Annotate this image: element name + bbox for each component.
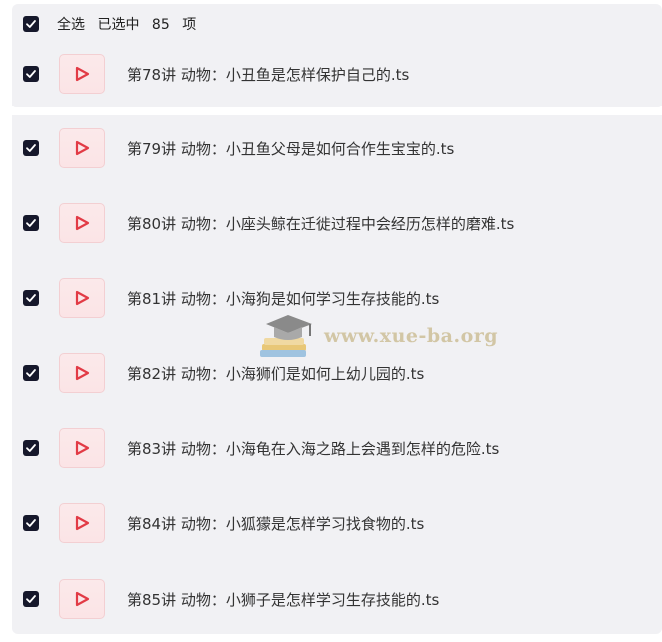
file-name: 第80讲 动物：小座头鲸在迁徙过程中会经历怎样的磨难.ts xyxy=(127,214,515,233)
file-name: 第79讲 动物：小丑鱼父母是如何合作生宝宝的.ts xyxy=(127,139,455,158)
select-all-label[interactable]: 全选 xyxy=(57,17,85,33)
checkmark-icon xyxy=(26,444,36,452)
row-checkbox[interactable] xyxy=(23,290,39,306)
graduation-cap-books-icon xyxy=(260,315,312,357)
file-row[interactable]: 第85讲 动物：小狮子是怎样学习生存技能的.ts xyxy=(12,566,662,632)
play-icon xyxy=(75,66,90,82)
video-file-thumbnail xyxy=(59,428,105,468)
selection-summary: 全选 已选中 85 项 xyxy=(57,14,204,34)
checkmark-icon xyxy=(26,70,36,78)
checkmark-icon xyxy=(26,219,36,227)
selected-count: 85 xyxy=(151,17,170,33)
row-checkbox[interactable] xyxy=(23,515,39,531)
file-name: 第84讲 动物：小狐獴是怎样学习找食物的.ts xyxy=(127,514,425,533)
checkmark-icon xyxy=(26,20,36,28)
select-all-checkbox[interactable] xyxy=(23,16,39,32)
select-all-bar: 全选 已选中 85 项 xyxy=(12,4,662,44)
row-checkbox[interactable] xyxy=(23,66,39,82)
play-icon xyxy=(75,515,90,531)
row-checkbox[interactable] xyxy=(23,365,39,381)
checkmark-icon xyxy=(26,595,36,603)
play-icon xyxy=(75,290,90,306)
watermark-text: www.xue-ba.org xyxy=(324,325,499,347)
play-icon xyxy=(75,215,90,231)
file-name: 第78讲 动物：小丑鱼是怎样保护自己的.ts xyxy=(127,65,410,84)
video-file-thumbnail xyxy=(59,203,105,243)
file-row[interactable]: 第84讲 动物：小狐獴是怎样学习找食物的.ts xyxy=(12,490,662,556)
row-checkbox[interactable] xyxy=(23,591,39,607)
row-checkbox[interactable] xyxy=(23,140,39,156)
video-file-thumbnail xyxy=(59,278,105,318)
file-name: 第81讲 动物：小海狗是如何学习生存技能的.ts xyxy=(127,289,440,308)
row-checkbox[interactable] xyxy=(23,440,39,456)
play-icon xyxy=(75,440,90,456)
row-divider xyxy=(0,106,662,115)
file-row[interactable]: 第79讲 动物：小丑鱼父母是如何合作生宝宝的.ts xyxy=(12,115,662,181)
video-file-thumbnail xyxy=(59,353,105,393)
file-name: 第83讲 动物：小海龟在入海之路上会遇到怎样的危险.ts xyxy=(127,439,500,458)
watermark: www.xue-ba.org xyxy=(258,310,498,362)
file-row[interactable]: 第78讲 动物：小丑鱼是怎样保护自己的.ts xyxy=(12,41,662,107)
checkmark-icon xyxy=(26,369,36,377)
file-row[interactable]: 第83讲 动物：小海龟在入海之路上会遇到怎样的危险.ts xyxy=(12,415,662,481)
file-name: 第82讲 动物：小海狮们是如何上幼儿园的.ts xyxy=(127,364,425,383)
selected-prefix: 已选中 xyxy=(97,17,140,33)
play-icon xyxy=(75,365,90,381)
checkmark-icon xyxy=(26,294,36,302)
video-file-thumbnail xyxy=(59,128,105,168)
play-icon xyxy=(75,591,90,607)
video-file-thumbnail xyxy=(59,503,105,543)
play-icon xyxy=(75,140,90,156)
checkmark-icon xyxy=(26,144,36,152)
row-checkbox[interactable] xyxy=(23,215,39,231)
checkmark-icon xyxy=(26,519,36,527)
video-file-thumbnail xyxy=(59,579,105,619)
selected-unit: 项 xyxy=(182,17,197,33)
video-file-thumbnail xyxy=(59,54,105,94)
file-row[interactable]: 第80讲 动物：小座头鲸在迁徙过程中会经历怎样的磨难.ts xyxy=(12,190,662,256)
file-name: 第85讲 动物：小狮子是怎样学习生存技能的.ts xyxy=(127,590,440,609)
